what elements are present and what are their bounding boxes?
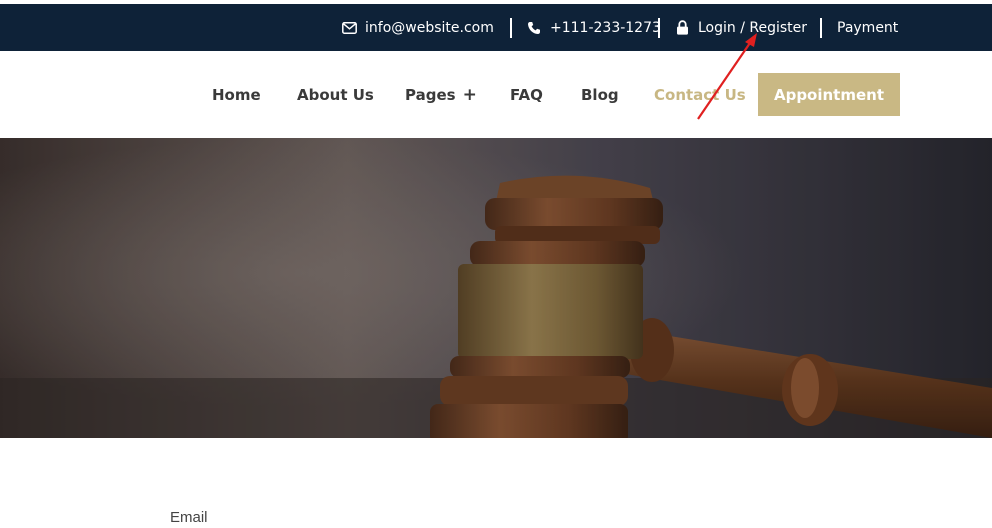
lock-icon — [674, 20, 690, 36]
divider — [658, 18, 660, 38]
payment-text: Payment — [837, 19, 899, 36]
login-register-text: Login / Register — [698, 19, 808, 36]
email-link[interactable]: info@website.com — [341, 4, 494, 51]
email-field-label: Email — [170, 509, 208, 526]
envelope-icon — [341, 20, 357, 36]
appointment-button[interactable]: Appointment — [758, 73, 900, 116]
email-text: info@website.com — [365, 19, 494, 36]
hero-gavel-image — [0, 138, 992, 438]
payment-link[interactable]: Payment — [837, 4, 898, 51]
divider — [510, 18, 512, 38]
nav-faq[interactable]: FAQ — [510, 51, 543, 138]
login-register-link[interactable]: Login / Register — [674, 4, 807, 51]
nav-contact-us[interactable]: Contact Us — [654, 51, 746, 138]
phone-icon — [526, 20, 542, 36]
nav-blog[interactable]: Blog — [581, 51, 619, 138]
divider — [820, 18, 822, 38]
nav-about-us[interactable]: About Us — [297, 51, 374, 138]
main-navbar: Home About Us Pages + FAQ Blog Contact U… — [0, 51, 992, 138]
plus-icon: + — [462, 84, 477, 105]
nav-pages[interactable]: Pages + — [405, 51, 477, 138]
top-bar: info@website.com +111-233-1273 Login / R… — [0, 4, 992, 51]
nav-home[interactable]: Home — [212, 51, 261, 138]
phone-text: +111-233-1273 — [550, 19, 661, 36]
phone-link[interactable]: +111-233-1273 — [526, 4, 661, 51]
nav-pages-label: Pages — [405, 85, 456, 104]
